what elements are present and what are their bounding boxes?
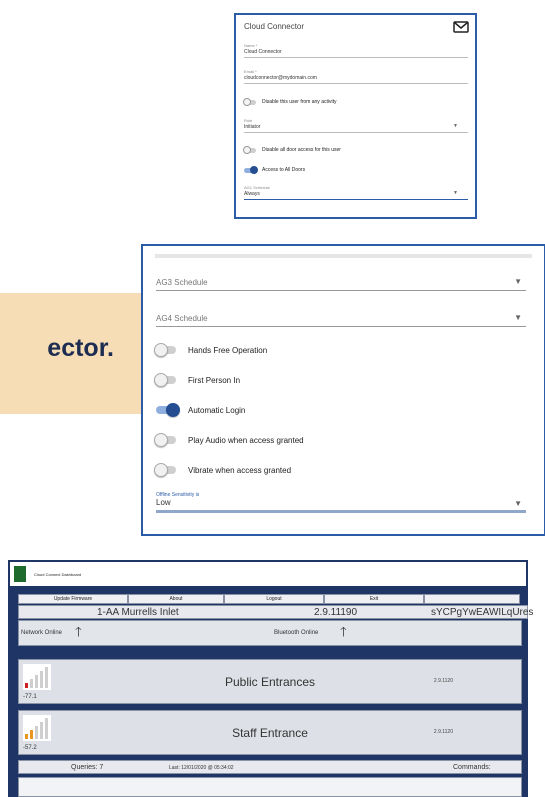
connection-status-row: Network Online 🡑 Bluetooth Online 🡑 [18, 620, 522, 646]
banner: ector. [0, 293, 141, 414]
first-person-in-label: First Person In [188, 375, 241, 385]
dashboard-toolbar: Update Firmware About Logout Exit [18, 594, 520, 604]
site-info-row: 1-AA Murrells Inlet 2.9.11190 sYCPgYwEAW… [18, 605, 533, 619]
rssi-value: -57.2 [23, 745, 37, 751]
first-person-in-toggle[interactable] [154, 373, 176, 387]
site-version: 2.9.11190 [314, 607, 358, 618]
logout-button[interactable]: Logout [224, 594, 324, 604]
user-form-panel: Cloud Connector Name * Cloud Connector E… [234, 13, 477, 219]
all-doors-toggle[interactable] [244, 166, 258, 174]
ag-schedule-value[interactable]: Always [244, 191, 468, 200]
chevron-down-icon: ▼ [453, 123, 458, 129]
update-firmware-button[interactable]: Update Firmware [18, 594, 128, 604]
ag3-schedule-placeholder[interactable]: AG3 Schedule [156, 278, 526, 291]
disable-door-toggle[interactable] [243, 146, 256, 154]
disable-door-row[interactable]: Disable all door access for this user [243, 146, 341, 154]
app-logo-icon [14, 566, 26, 582]
dashboard-title: Cloud Connect Dashboard [34, 571, 82, 577]
site-serial: sYCPgYwEAWILqUres [431, 607, 534, 618]
site-name: 1-AA Murrells Inlet [97, 607, 179, 618]
play-audio-label: Play Audio when access granted [188, 435, 304, 445]
chevron-down-icon: ▼ [514, 499, 522, 508]
play-audio-row[interactable]: Play Audio when access granted [154, 433, 304, 447]
mail-icon[interactable] [453, 21, 469, 33]
disable-activity-toggle[interactable] [243, 98, 256, 106]
dashboard-header: Cloud Connect Dashboard [10, 562, 526, 586]
entrance-row-staff[interactable]: -57.2 Staff Entrance 2.9.1120 [18, 710, 522, 755]
arrow-up-icon: 🡑 [75, 624, 82, 639]
banner-text: ector. [47, 334, 114, 362]
vibrate-toggle[interactable] [154, 463, 176, 477]
entrance-version: 2.9.1120 [433, 678, 453, 684]
hands-free-row[interactable]: Hands Free Operation [154, 343, 268, 357]
settings-panel: AG3 Schedule ▼ AG4 Schedule ▼ Hands Free… [141, 244, 545, 536]
last-timestamp: Last: 12/01/2020 @ 05:34:02 [169, 765, 234, 771]
name-field[interactable]: Name * Cloud Connector [244, 43, 468, 58]
bluetooth-status: Bluetooth Online [274, 630, 319, 636]
name-value[interactable]: Cloud Connector [244, 49, 468, 58]
commands-label: Commands: [453, 764, 491, 771]
toolbar-spacer [424, 594, 520, 604]
vibrate-label: Vibrate when access granted [188, 465, 292, 475]
role-label: Role [244, 118, 253, 123]
disable-activity-label: Disable this user from any activity [262, 99, 337, 105]
all-doors-label: Access to All Doors [262, 167, 306, 173]
chevron-down-icon: ▼ [514, 277, 522, 286]
log-area [18, 777, 522, 797]
exit-button[interactable]: Exit [324, 594, 424, 604]
about-button[interactable]: About [128, 594, 224, 604]
user-form-title: Cloud Connector [244, 22, 305, 31]
ag4-schedule-placeholder[interactable]: AG4 Schedule [156, 314, 526, 327]
offline-sensitivity-value[interactable]: Low [156, 498, 526, 513]
email-label: Email * [244, 69, 257, 74]
arrow-up-icon: 🡑 [340, 624, 347, 639]
name-label: Name * [244, 43, 258, 48]
ag-schedule-label: AG1 Schedule [244, 185, 270, 190]
disable-activity-row[interactable]: Disable this user from any activity [243, 98, 337, 106]
ag-schedule-select[interactable]: AG1 Schedule Always ▼ [244, 185, 468, 200]
ag3-schedule-select[interactable]: AG3 Schedule ▼ [156, 277, 526, 291]
hands-free-label: Hands Free Operation [188, 345, 268, 355]
chevron-down-icon: ▼ [453, 190, 458, 196]
hands-free-toggle[interactable] [154, 343, 176, 357]
chevron-down-icon: ▼ [514, 313, 522, 322]
email-value[interactable]: cloudconnector@mydomain.com [244, 75, 468, 84]
role-value[interactable]: Initiator [244, 124, 468, 133]
offline-sensitivity-select[interactable]: Offline Sensitivity is Low ▼ [156, 492, 526, 513]
dashboard-panel: Cloud Connect Dashboard Update Firmware … [8, 560, 533, 797]
disable-door-label: Disable all door access for this user [262, 147, 341, 153]
vibrate-row[interactable]: Vibrate when access granted [154, 463, 292, 477]
first-person-in-row[interactable]: First Person In [154, 373, 241, 387]
query-status-row: Queries: 7 Last: 12/01/2020 @ 05:34:02 C… [18, 760, 522, 774]
queries-count: Queries: 7 [71, 764, 104, 771]
entrance-row-public[interactable]: -77.1 Public Entrances 2.9.1120 [18, 659, 522, 704]
ag4-schedule-select[interactable]: AG4 Schedule ▼ [156, 313, 526, 327]
automatic-login-row[interactable]: Automatic Login [156, 403, 245, 417]
automatic-login-label: Automatic Login [188, 405, 246, 415]
entrance-version: 2.9.1120 [433, 729, 453, 735]
email-field[interactable]: Email * cloudconnector@mydomain.com [244, 69, 468, 84]
panel-top-divider [155, 254, 532, 258]
automatic-login-toggle[interactable] [156, 403, 180, 417]
play-audio-toggle[interactable] [154, 433, 176, 447]
network-status: Network Online [21, 630, 63, 636]
rssi-value: -77.1 [23, 694, 37, 700]
role-select[interactable]: Role Initiator ▼ [244, 118, 468, 133]
all-doors-row[interactable]: Access to All Doors [244, 166, 305, 174]
